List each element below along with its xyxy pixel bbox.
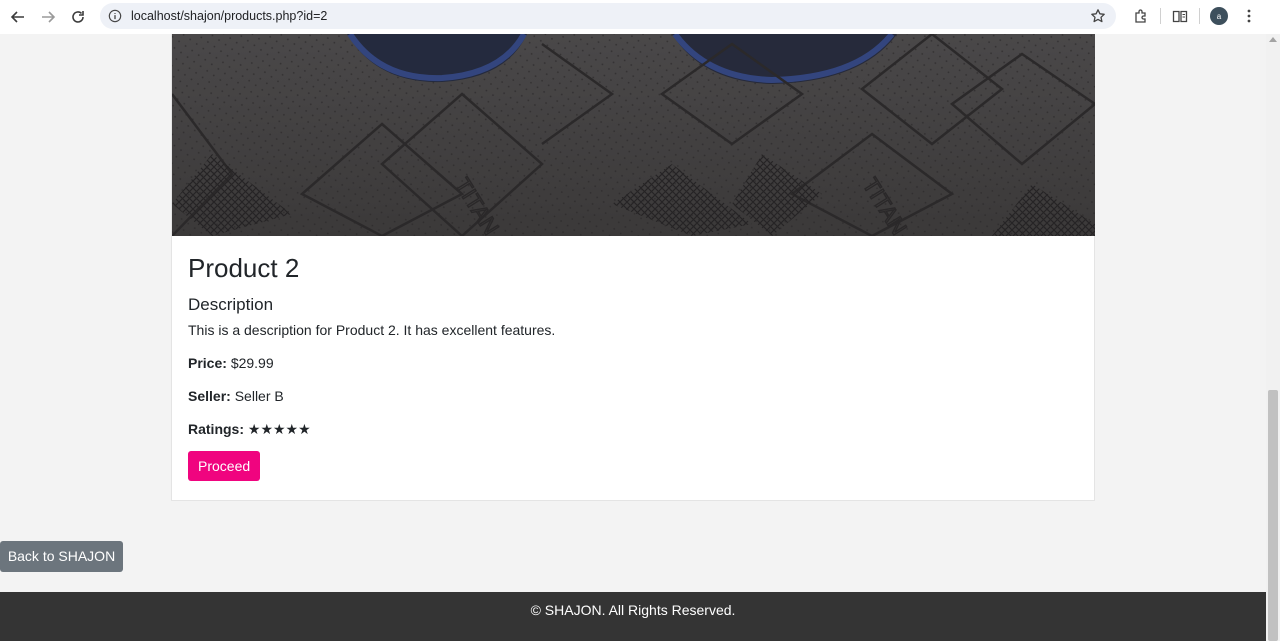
price-value: $29.99 [230,355,274,371]
address-bar[interactable]: localhost/shajon/products.php?id=2 [100,3,1116,29]
profile-avatar[interactable]: a [1206,3,1232,29]
back-arrow-icon[interactable] [3,2,33,32]
product-title: Product 2 [188,253,300,283]
seller-label: Seller: [188,388,231,404]
extensions-icon[interactable] [1128,3,1154,29]
toolbar-divider [1160,8,1161,24]
footer: © SHAJON. All Rights Reserved. [0,592,1266,641]
star-bookmark-icon[interactable] [1090,8,1106,24]
url-text[interactable]: localhost/shajon/products.php?id=2 [131,9,327,23]
reload-icon[interactable] [63,2,93,32]
scrollbar-thumb[interactable] [1268,390,1278,641]
toolbar-divider [1199,8,1200,24]
menu-icon[interactable] [1236,3,1262,29]
product-card: TITAN TITAN Product 2 Description This i… [171,34,1095,501]
ratings-row: Ratings: ★★★★★ [188,420,1078,438]
footer-copyright: © SHAJON. All Rights Reserved. [530,602,736,618]
seller-row: Seller: Seller B [188,387,1078,405]
description-heading: Description [188,295,274,314]
info-icon[interactable] [108,9,122,23]
ratings-label: Ratings: [188,421,244,437]
price-label: Price: [188,355,227,371]
avatar: a [1210,7,1228,25]
proceed-button[interactable]: Proceed [188,451,261,481]
price-row: Price: $29.99 [188,354,1078,372]
scroll-up-arrow-icon[interactable] [1269,37,1277,42]
scrollbar[interactable] [1266,34,1280,641]
forward-arrow-icon[interactable] [33,2,63,32]
reading-mode-icon[interactable] [1167,3,1193,29]
ratings-stars: ★★★★★ [247,421,311,437]
seller-value: Seller B [234,388,284,404]
browser-toolbar: localhost/shajon/products.php?id=2 a [0,0,1280,34]
product-image: TITAN TITAN [172,34,1095,236]
product-description: This is a description for Product 2. It … [188,322,556,338]
back-to-shajon-button[interactable]: Back to SHAJON [0,541,123,572]
